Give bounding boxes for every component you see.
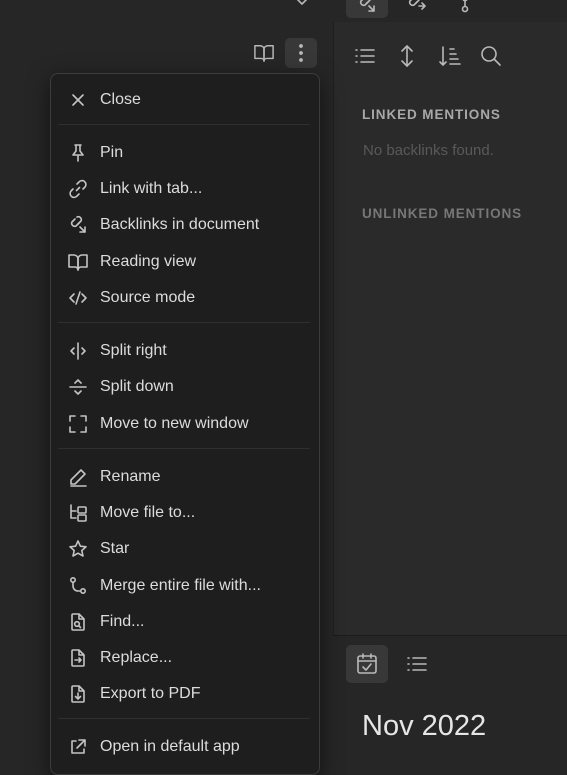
menu-item-replace[interactable]: Replace... bbox=[56, 643, 312, 673]
split-down-icon bbox=[68, 377, 88, 397]
git-merge-icon bbox=[68, 576, 88, 596]
calendar-month-label: Nov 2022 bbox=[362, 710, 487, 742]
close-icon bbox=[68, 90, 88, 110]
no-backlinks-text: No backlinks found. bbox=[363, 142, 494, 159]
menu-separator bbox=[58, 124, 310, 125]
menu-item-reading-view[interactable]: Reading view bbox=[56, 247, 312, 277]
menu-separator bbox=[58, 448, 310, 449]
menu-item-split-right[interactable]: Split right bbox=[56, 336, 312, 366]
menu-item-label: Rename bbox=[100, 468, 161, 485]
menu-item-star[interactable]: Star bbox=[56, 534, 312, 564]
list-icon[interactable] bbox=[405, 653, 429, 675]
menu-item-label: Star bbox=[100, 540, 130, 557]
menu-item-backlinks-in-document[interactable]: Backlinks in document bbox=[56, 210, 312, 240]
menu-item-label: Open in default app bbox=[100, 738, 240, 755]
menu-item-rename[interactable]: Rename bbox=[56, 462, 312, 492]
menu-item-label: Split down bbox=[100, 378, 174, 395]
menu-item-label: Find... bbox=[100, 613, 145, 630]
menu-separator bbox=[58, 718, 310, 719]
menu-item-label: Reading view bbox=[100, 253, 197, 270]
maximize-icon bbox=[68, 414, 88, 434]
book-open-icon[interactable] bbox=[253, 43, 275, 63]
menu-item-move-to-new-window[interactable]: Move to new window bbox=[56, 409, 312, 439]
menu-item-open-in-default-app[interactable]: Open in default app bbox=[56, 732, 312, 762]
menu-item-split-down[interactable]: Split down bbox=[56, 372, 312, 402]
backlinks-icon bbox=[68, 215, 88, 235]
menu-item-label: Split right bbox=[100, 342, 167, 359]
code-icon bbox=[68, 288, 88, 308]
file-search-icon bbox=[68, 612, 88, 632]
file-replace-icon bbox=[68, 648, 88, 668]
pin-icon bbox=[68, 143, 88, 163]
search-icon[interactable] bbox=[479, 44, 503, 68]
menu-item-close[interactable]: Close bbox=[56, 85, 312, 115]
menu-item-link-with-tab[interactable]: Link with tab... bbox=[56, 174, 312, 204]
menu-item-source-mode[interactable]: Source mode bbox=[56, 283, 312, 313]
outgoing-links-tab-icon[interactable] bbox=[404, 0, 430, 14]
book-open-icon bbox=[68, 252, 88, 272]
menu-item-label: Move to new window bbox=[100, 415, 249, 432]
expand-context-icon[interactable] bbox=[396, 43, 418, 69]
external-link-icon bbox=[68, 737, 88, 757]
folder-tree-icon bbox=[68, 503, 88, 523]
linked-mentions-label[interactable]: LINKED MENTIONS bbox=[362, 107, 501, 122]
menu-item-label: Merge entire file with... bbox=[100, 577, 261, 594]
star-icon bbox=[68, 539, 88, 559]
menu-item-label: Move file to... bbox=[100, 504, 196, 521]
unlinked-mentions-label[interactable]: UNLINKED MENTIONS bbox=[362, 206, 522, 221]
menu-item-merge-entire-file[interactable]: Merge entire file with... bbox=[56, 571, 312, 601]
menu-item-label: Link with tab... bbox=[100, 180, 203, 197]
menu-separator bbox=[58, 322, 310, 323]
calendar-check-icon[interactable] bbox=[356, 652, 378, 676]
menu-item-label: Replace... bbox=[100, 649, 173, 666]
menu-item-label: Pin bbox=[100, 144, 124, 161]
link-icon bbox=[68, 179, 88, 199]
menu-item-label: Source mode bbox=[100, 289, 196, 306]
more-options-icon[interactable] bbox=[291, 42, 311, 64]
menu-item-move-file-to[interactable]: Move file to... bbox=[56, 498, 312, 528]
menu-item-label: Export to PDF bbox=[100, 685, 201, 702]
outline-tab-icon[interactable] bbox=[455, 0, 475, 14]
menu-item-pin[interactable]: Pin bbox=[56, 138, 312, 168]
chevron-down-icon[interactable] bbox=[292, 0, 312, 10]
split-right-icon bbox=[68, 341, 88, 361]
menu-item-label: Backlinks in document bbox=[100, 216, 260, 233]
menu-item-export-to-pdf[interactable]: Export to PDF bbox=[56, 679, 312, 709]
pencil-icon bbox=[68, 467, 88, 487]
file-export-icon bbox=[68, 684, 88, 704]
menu-item-find[interactable]: Find... bbox=[56, 607, 312, 637]
backlinks-tab-icon[interactable] bbox=[355, 0, 379, 14]
menu-item-label: Close bbox=[100, 91, 141, 108]
collapse-results-icon[interactable] bbox=[353, 45, 377, 67]
sort-icon[interactable] bbox=[437, 44, 463, 68]
